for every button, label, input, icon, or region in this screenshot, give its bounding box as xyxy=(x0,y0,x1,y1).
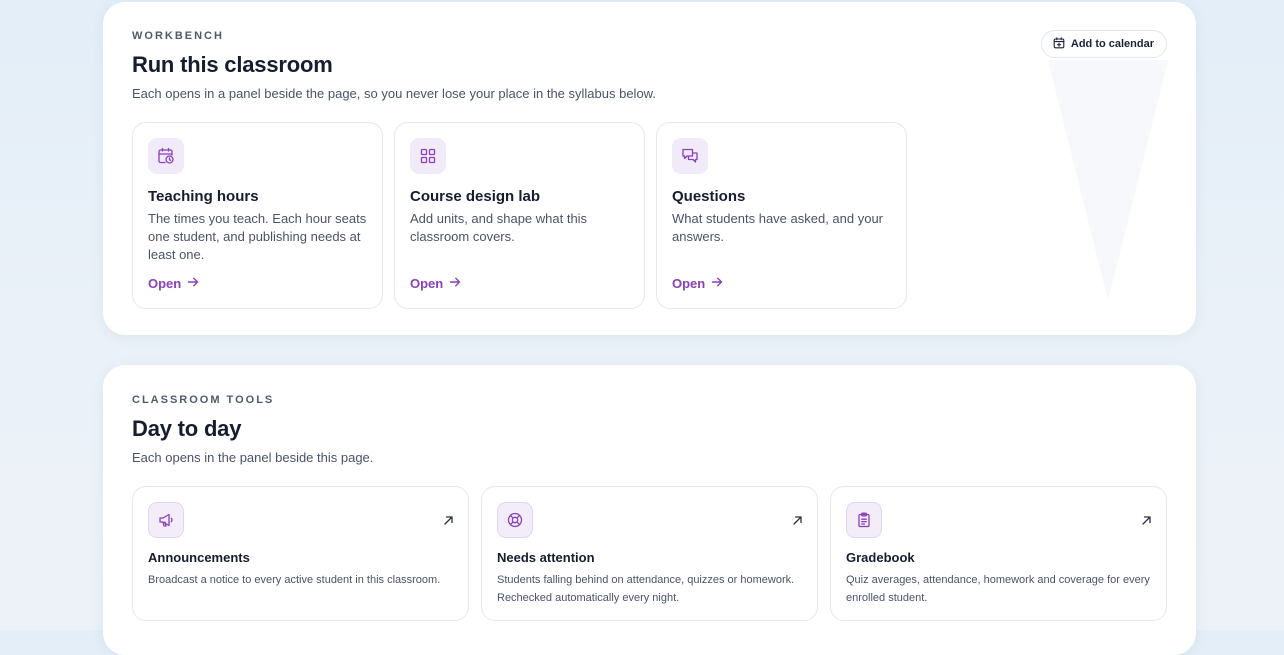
arrow-right-icon xyxy=(711,276,723,291)
grid-icon xyxy=(410,138,446,174)
classroom-tools-panel: CLASSROOM TOOLS Day to day Each opens in… xyxy=(103,365,1196,655)
open-label: Open xyxy=(410,276,444,291)
card-teaching-hours[interactable]: Teaching hours The times you teach. Each… xyxy=(132,122,383,309)
tool-announcements[interactable]: Announcements Broadcast a notice to ever… xyxy=(132,486,469,621)
open-link[interactable]: Open xyxy=(148,276,199,291)
card-description: The times you teach. Each hour seats one… xyxy=(148,211,367,262)
tool-description: Quiz averages, attendance, homework and … xyxy=(846,574,1150,604)
external-arrow-icon xyxy=(1141,513,1152,531)
tool-description: Broadcast a notice to every active stude… xyxy=(148,574,441,586)
open-label: Open xyxy=(672,276,706,291)
card-description: What students have asked, and your answe… xyxy=(672,211,884,244)
tools-title: Day to day xyxy=(132,416,242,441)
external-arrow-icon xyxy=(443,513,454,531)
lifebuoy-icon xyxy=(497,502,533,538)
chat-bubbles-icon xyxy=(672,138,708,174)
workbench-cards: Teaching hours The times you teach. Each… xyxy=(132,122,1167,309)
card-title: Course design lab xyxy=(410,188,541,205)
external-arrow-icon xyxy=(792,513,803,531)
calendar-clock-icon xyxy=(148,138,184,174)
arrow-right-icon xyxy=(449,276,461,291)
card-description: Add units, and shape what this classroom… xyxy=(410,211,588,244)
tools-cards: Announcements Broadcast a notice to ever… xyxy=(132,486,1167,621)
workbench-panel: WORKBENCH Run this classroom Each opens … xyxy=(103,2,1196,335)
workbench-subtitle: Each opens in a panel beside the page, s… xyxy=(132,86,656,101)
tool-needs-attention[interactable]: Needs attention Students falling behind … xyxy=(481,486,818,621)
clipboard-icon xyxy=(846,502,882,538)
card-title: Teaching hours xyxy=(148,188,259,205)
tool-title: Announcements xyxy=(148,550,250,565)
workbench-title: Run this classroom xyxy=(132,52,333,77)
arrow-right-icon xyxy=(187,276,199,291)
tool-title: Gradebook xyxy=(846,550,915,565)
decorative-shape xyxy=(1048,60,1168,300)
open-label: Open xyxy=(148,276,182,291)
megaphone-icon xyxy=(148,502,184,538)
tools-subtitle: Each opens in the panel beside this page… xyxy=(132,450,374,465)
tool-title: Needs attention xyxy=(497,550,595,565)
open-link[interactable]: Open xyxy=(672,276,723,291)
card-course-design-lab[interactable]: Course design lab Add units, and shape w… xyxy=(394,122,645,309)
calendar-plus-icon xyxy=(1053,36,1065,52)
tool-description: Students falling behind on attendance, q… xyxy=(497,574,795,604)
card-title: Questions xyxy=(672,188,746,205)
workbench-eyebrow: WORKBENCH xyxy=(132,30,224,42)
add-to-calendar-button[interactable]: Add to calendar xyxy=(1040,30,1167,58)
open-link[interactable]: Open xyxy=(410,276,461,291)
tools-eyebrow: CLASSROOM TOOLS xyxy=(132,394,275,406)
card-questions[interactable]: Questions What students have asked, and … xyxy=(656,122,907,309)
add-to-calendar-label: Add to calendar xyxy=(1070,38,1154,50)
tool-gradebook[interactable]: Gradebook Quiz averages, attendance, hom… xyxy=(830,486,1167,621)
